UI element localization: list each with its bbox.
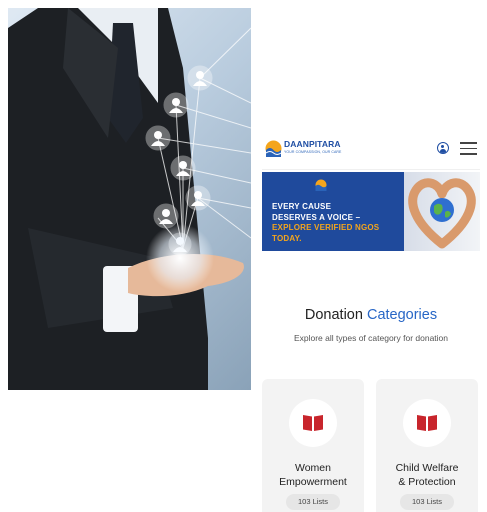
brand-logo[interactable]: DAANPITARA YOUR COMPASSION, OUR CARE [265,138,345,160]
category-icon-wrapper [403,399,451,447]
category-title: Child Welfare & Protection [395,462,459,488]
category-title: Women Empowerment [279,462,347,488]
brand-tagline: YOUR COMPASSION, OUR CARE [284,150,342,154]
emblem-icon [315,179,327,191]
hamburger-menu-icon[interactable] [460,142,477,155]
hero-network-image [8,8,251,390]
category-card-women-empowerment[interactable]: Women Empowerment 103 Lists [262,379,364,512]
brand-name: DAANPITARA [284,139,341,149]
app-header: DAANPITARA YOUR COMPASSION, OUR CARE [262,127,480,170]
section-subtitle: Explore all types of category for donati… [293,333,449,343]
book-icon [303,415,323,431]
category-icon-wrapper [289,399,337,447]
promo-banner[interactable]: EVERY CAUSE DESERVES A VOICE – EXPLORE V… [262,172,480,251]
mobile-app-screen: DAANPITARA YOUR COMPASSION, OUR CARE EVE… [262,127,480,512]
banner-headline: EVERY CAUSE DESERVES A VOICE – EXPLORE V… [272,202,380,243]
book-icon [417,415,437,431]
list-count-badge: 103 Lists [286,494,340,510]
user-circle-icon[interactable] [437,142,449,154]
list-count-badge: 103 Lists [400,494,454,510]
sun-wave-logo-icon [265,140,282,157]
heart-hands-globe-image [404,172,480,251]
category-card-child-welfare[interactable]: Child Welfare & Protection 103 Lists [376,379,478,512]
section-title: Donation Categories [304,307,438,323]
